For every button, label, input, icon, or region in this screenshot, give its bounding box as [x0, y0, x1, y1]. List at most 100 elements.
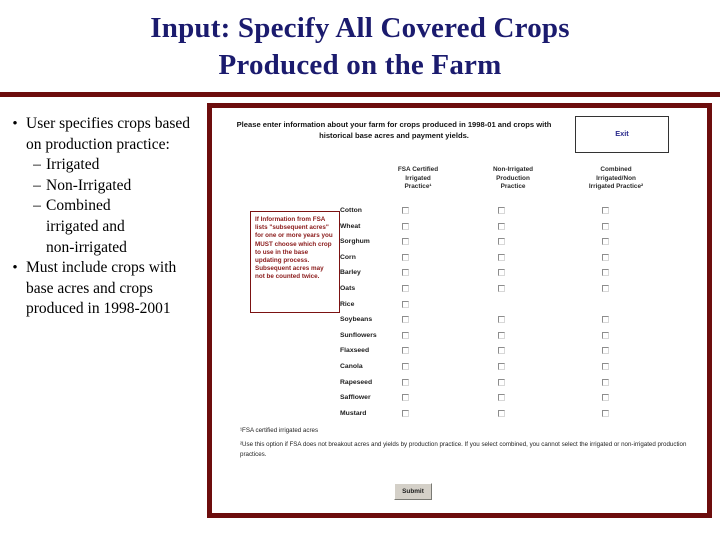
checkbox-flaxseed-col3[interactable]	[602, 347, 609, 355]
table-row: Safflower	[340, 391, 706, 407]
table-row: Soybeans	[340, 313, 706, 329]
checkbox-canola-col2[interactable]	[498, 362, 505, 370]
checkbox-wheat-col1[interactable]	[402, 222, 409, 230]
table-row: Rapeseed	[340, 376, 706, 392]
checkbox-sorghum-col2[interactable]	[498, 238, 505, 246]
sub-bullet-continuation: irrigated and	[46, 217, 125, 235]
exit-button[interactable]: Exit	[575, 116, 669, 153]
checkbox-cotton-col1[interactable]	[402, 207, 409, 214]
crop-name-label: Soybeans	[340, 316, 373, 324]
page-title-line-2: Produced on the Farm	[218, 49, 502, 81]
checkbox-soybeans-col2[interactable]	[498, 316, 505, 324]
checkbox-oats-col1[interactable]	[402, 284, 409, 292]
column-headers: FSA Certified Irrigated Practice¹ Non-Ir…	[372, 166, 702, 202]
column-header-non-irrigated-production: Non-Irrigated Production Practice	[492, 166, 534, 191]
checkbox-rapeseed-col1[interactable]	[402, 378, 409, 386]
table-row: Corn	[340, 251, 706, 267]
table-row: Oats	[340, 282, 706, 298]
bullet-item-text: Must include crops with base acres and c…	[26, 259, 177, 318]
checkbox-soybeans-col1[interactable]	[402, 316, 409, 324]
column-header-combined-irrigated: Combined Irrigated/Non Irrigated Practic…	[588, 166, 644, 191]
checkbox-mustard-col3[interactable]	[602, 409, 609, 417]
title-divider-rule	[0, 92, 720, 97]
checkbox-wheat-col3[interactable]	[602, 222, 609, 230]
crop-name-label: Mustard	[340, 409, 367, 417]
page-title-line-1: Input: Specify All Covered Crops	[150, 12, 570, 44]
sub-bullet-item: – Non-Irrigated	[28, 176, 206, 197]
crop-name-label: Safflower	[340, 394, 371, 402]
checkbox-sunflowers-col3[interactable]	[602, 331, 609, 339]
bullet-marker-icon: •	[12, 260, 18, 277]
checkbox-safflower-col2[interactable]	[498, 394, 505, 402]
checkbox-barley-col2[interactable]	[498, 269, 505, 277]
table-row: Barley	[340, 266, 706, 282]
footnotes: ¹FSA certified irrigated acres ²Use this…	[240, 426, 695, 464]
crop-name-label: Flaxseed	[340, 347, 370, 355]
checkbox-barley-col3[interactable]	[602, 269, 609, 277]
checkbox-corn-col2[interactable]	[498, 253, 505, 261]
embedded-app-form: Please enter information about your farm…	[212, 108, 707, 513]
bullet-list: • User specifies crops based on producti…	[4, 114, 206, 320]
crop-name-label: Corn	[340, 253, 356, 261]
crop-name-label: Cotton	[340, 207, 362, 214]
table-row: Sorghum	[340, 235, 706, 251]
table-row: Cotton	[340, 204, 706, 220]
checkbox-rapeseed-col2[interactable]	[498, 378, 505, 386]
checkbox-oats-col2[interactable]	[498, 284, 505, 292]
form-instruction-text: Please enter information about your farm…	[236, 120, 552, 140]
crop-name-label: Sunflowers	[340, 331, 377, 339]
checkbox-cotton-col3[interactable]	[602, 207, 609, 214]
checkbox-flaxseed-col2[interactable]	[498, 347, 505, 355]
checkbox-flaxseed-col1[interactable]	[402, 347, 409, 355]
crop-name-label: Rapeseed	[340, 378, 373, 386]
bullet-item-text: User specifies crops based on production…	[26, 115, 190, 153]
checkbox-sunflowers-col1[interactable]	[402, 331, 409, 339]
crop-name-label: Oats	[340, 284, 356, 292]
checkbox-canola-col1[interactable]	[402, 362, 409, 370]
crop-name-label: Sorghum	[340, 238, 370, 246]
subsequent-acres-warning-text: If Information from FSA lists "subsequen…	[255, 216, 333, 281]
checkbox-sorghum-col1[interactable]	[402, 238, 409, 246]
bullet-item: • Must include crops with base acres and…	[4, 258, 206, 320]
checkbox-canola-col3[interactable]	[602, 362, 609, 370]
sub-bullet-text: Non-Irrigated	[46, 176, 132, 194]
table-row: Rice	[340, 298, 706, 314]
submit-button-label: Submit	[402, 488, 424, 495]
checkbox-corn-col3[interactable]	[602, 253, 609, 261]
app-header: Please enter information about your farm…	[212, 116, 707, 156]
bullet-item: • User specifies crops based on producti…	[4, 114, 206, 155]
crop-name-label: Rice	[340, 300, 355, 308]
table-row: Sunflowers	[340, 329, 706, 345]
dash-marker-icon: –	[33, 156, 41, 174]
table-row: Canola	[340, 360, 706, 376]
checkbox-rapeseed-col3[interactable]	[602, 378, 609, 386]
checkbox-sorghum-col3[interactable]	[602, 238, 609, 246]
checkbox-mustard-col2[interactable]	[498, 409, 505, 417]
checkbox-sunflowers-col2[interactable]	[498, 331, 505, 339]
table-row: Wheat	[340, 220, 706, 236]
checkbox-rice-col1[interactable]	[402, 300, 409, 308]
page-title: Input: Specify All Covered Crops Produce…	[0, 10, 720, 84]
sub-bullet-item: – Combined	[28, 196, 206, 217]
crop-name-label: Canola	[340, 362, 363, 370]
sub-bullet-continuation: non-irrigated	[46, 238, 127, 256]
checkbox-barley-col1[interactable]	[402, 269, 409, 277]
exit-button-label: Exit	[615, 129, 629, 138]
subsequent-acres-warning-box: If Information from FSA lists "subsequen…	[250, 211, 340, 313]
checkbox-corn-col1[interactable]	[402, 253, 409, 261]
dash-marker-icon: –	[33, 176, 41, 194]
column-header-fsa-certified-irrigated: FSA Certified Irrigated Practice¹	[397, 166, 439, 191]
checkbox-safflower-col1[interactable]	[402, 394, 409, 402]
checkbox-cotton-col2[interactable]	[498, 207, 505, 214]
checkbox-mustard-col1[interactable]	[402, 409, 409, 417]
submit-button[interactable]: Submit	[394, 483, 432, 500]
checkbox-wheat-col2[interactable]	[498, 222, 505, 230]
sub-bullet-item: – Irrigated	[28, 155, 206, 176]
footnote-2: ²Use this option if FSA does not breakou…	[240, 441, 687, 458]
bullet-marker-icon: •	[12, 116, 18, 132]
checkbox-safflower-col3[interactable]	[602, 394, 609, 402]
checkbox-oats-col3[interactable]	[602, 284, 609, 292]
checkbox-soybeans-col3[interactable]	[602, 316, 609, 324]
embedded-app-screenshot-frame: Please enter information about your farm…	[207, 103, 712, 518]
table-row: Mustard	[340, 407, 706, 423]
